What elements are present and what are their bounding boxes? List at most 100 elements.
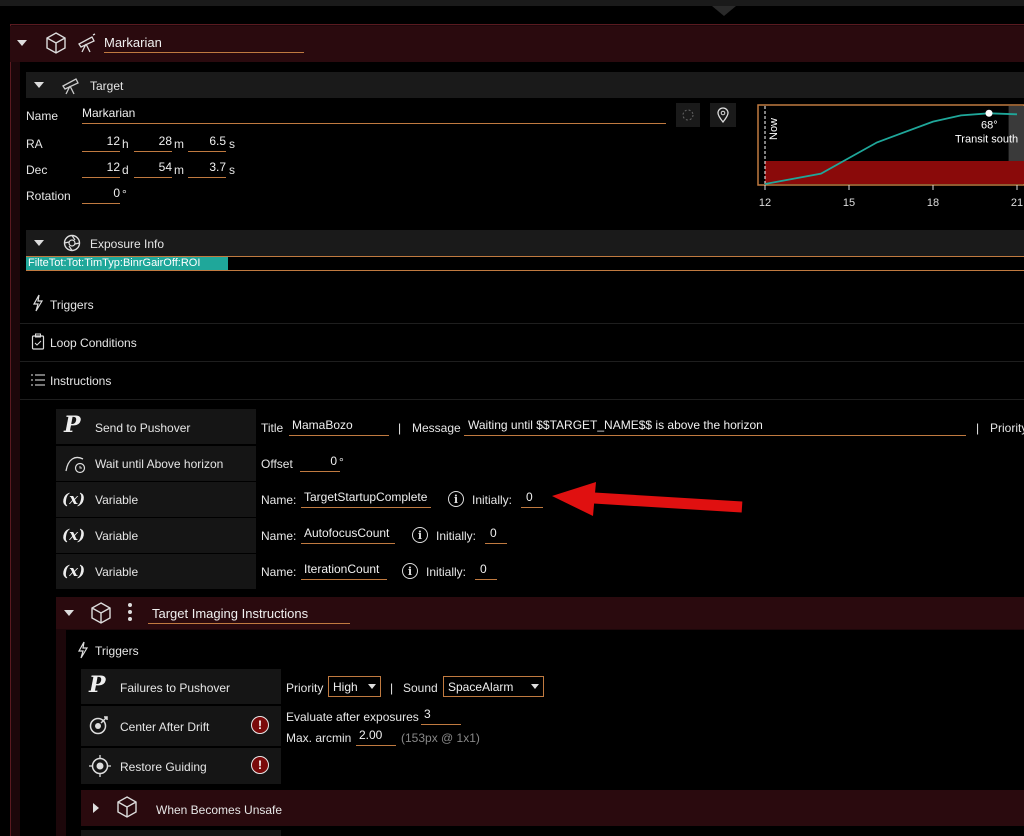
warning-icon[interactable]: ! <box>251 716 269 734</box>
sound-select[interactable]: SpaceAlarm <box>443 676 544 697</box>
map-pin-icon <box>717 107 729 123</box>
x-tick-label: 21 <box>1011 197 1023 209</box>
imaging-collapse-toggle[interactable] <box>64 610 74 616</box>
priority-label: Priority <box>990 421 1024 435</box>
dec-seconds-unit: s <box>229 163 235 177</box>
sound-label: Sound <box>403 681 438 695</box>
instruction-variable-2[interactable] <box>56 518 256 553</box>
lightning-icon <box>32 294 44 312</box>
horizon-band <box>765 161 1024 184</box>
exposure-info-bar: FilteTot:Tot:TimTyp:BinrGairOff:ROI <box>26 257 228 270</box>
variable-name-label: Name: <box>261 493 297 507</box>
initially-field[interactable]: 0 <box>485 526 507 544</box>
sky-search-button[interactable] <box>676 103 700 127</box>
separator: | <box>398 421 402 435</box>
instruction-name: Variable <box>95 493 139 507</box>
target-header <box>26 72 1024 98</box>
chevron-down-icon <box>368 684 376 689</box>
container-collapse-toggle[interactable] <box>17 40 27 46</box>
top-strip <box>0 0 1024 6</box>
chevron-down-icon <box>531 684 539 689</box>
ra-hours-field[interactable]: 12 <box>82 134 120 152</box>
telescope-icon <box>62 78 79 95</box>
arcmin-label: Max. arcmin <box>286 731 352 745</box>
initially-field[interactable]: 0 <box>475 562 497 580</box>
dec-label: Dec <box>26 163 48 177</box>
pushover-icon: P <box>64 412 81 438</box>
arcmin-note: (153px @ 1x1) <box>401 731 480 745</box>
triggers-row[interactable] <box>20 286 1024 324</box>
initially-label: Initially: <box>472 493 513 507</box>
message-field[interactable]: Waiting until $$TARGET_NAME$$ is above t… <box>464 418 966 436</box>
ra-hours-unit: h <box>122 137 129 151</box>
instruction-variable-1[interactable] <box>56 482 256 517</box>
variable-name-label: Name: <box>261 565 297 579</box>
target-collapse-toggle[interactable] <box>34 82 44 88</box>
arcmin-field[interactable]: 2.00 <box>356 728 396 746</box>
dec-seconds-field[interactable]: 3.7 <box>188 160 226 178</box>
imaging-title[interactable]: Target Imaging Instructions <box>148 606 350 624</box>
instructions-label: Instructions <box>50 374 112 388</box>
x-tick-label: 18 <box>927 197 939 209</box>
info-icon[interactable]: i <box>412 527 428 543</box>
evaluate-field[interactable]: 3 <box>421 707 461 725</box>
location-button[interactable] <box>710 103 736 127</box>
expand-toggle[interactable] <box>93 803 99 813</box>
ra-minutes-field[interactable]: 28 <box>134 134 172 152</box>
x-tick-label: 12 <box>759 197 771 209</box>
initially-label: Initially: <box>436 529 477 543</box>
dec-minutes-field[interactable]: 54 <box>134 160 172 178</box>
variable-icon: (x) <box>62 562 86 580</box>
name-field[interactable]: Markarian <box>82 106 666 124</box>
ra-seconds-field[interactable]: 6.5 <box>188 134 226 152</box>
transit-marker <box>985 109 993 117</box>
variable-name-field[interactable]: AutofocusCount <box>301 526 395 544</box>
warning-icon[interactable]: ! <box>251 756 269 774</box>
instructions-row[interactable] <box>20 362 1024 400</box>
instruction-name: Variable <box>95 565 139 579</box>
exposure-section-label: Exposure Info <box>90 237 165 251</box>
trigger-name: Failures to Pushover <box>120 681 231 695</box>
initially-field[interactable]: 0 <box>521 490 543 508</box>
variable-name-field[interactable]: IterationCount <box>301 562 387 580</box>
info-icon[interactable]: i <box>448 491 464 507</box>
box-icon <box>46 32 66 54</box>
exposure-collapse-toggle[interactable] <box>34 240 44 246</box>
dec-degrees-field[interactable]: 12 <box>82 160 120 178</box>
list-icon <box>31 374 45 386</box>
variable-name-field[interactable]: TargetStartupComplete <box>301 490 431 508</box>
instruction-name: Send to Pushover <box>95 421 191 435</box>
when-unsafe-label: When Becomes Unsafe <box>156 803 283 817</box>
bottom-row-stub <box>81 830 281 836</box>
box-icon <box>91 602 111 624</box>
ra-seconds-unit: s <box>229 137 235 151</box>
rotation-field[interactable]: 0 <box>82 186 120 204</box>
ra-minutes-unit: m <box>174 137 184 151</box>
rotation-label: Rotation <box>26 189 71 203</box>
variable-name-label: Name: <box>261 529 297 543</box>
trigger-name: Center After Drift <box>120 720 210 734</box>
name-label: Name <box>26 109 59 123</box>
loop-conditions-label: Loop Conditions <box>50 336 137 350</box>
target-section-label: Target <box>90 79 124 93</box>
exposure-header <box>26 230 1024 256</box>
message-label: Message <box>412 421 461 435</box>
instruction-name: Wait until Above horizon <box>95 457 224 471</box>
evaluate-label: Evaluate after exposures <box>286 710 419 724</box>
priority-select[interactable]: High <box>328 676 381 697</box>
container-title[interactable]: Markarian <box>104 35 304 53</box>
instruction-name: Variable <box>95 529 139 543</box>
offset-field[interactable]: 0 <box>300 454 340 472</box>
initially-label: Initially: <box>426 565 467 579</box>
collapse-caret-top[interactable] <box>712 6 736 16</box>
title-label: Title <box>261 421 284 435</box>
more-options-icon[interactable] <box>128 603 132 623</box>
loop-conditions-row[interactable] <box>20 324 1024 362</box>
dec-degrees-unit: d <box>122 163 129 177</box>
variable-icon: (x) <box>62 526 86 544</box>
title-field[interactable]: MamaBozo <box>289 418 389 436</box>
annotation-arrow <box>552 482 743 516</box>
guiding-icon <box>89 755 111 777</box>
instruction-variable-3[interactable] <box>56 554 256 589</box>
info-icon[interactable]: i <box>402 563 418 579</box>
